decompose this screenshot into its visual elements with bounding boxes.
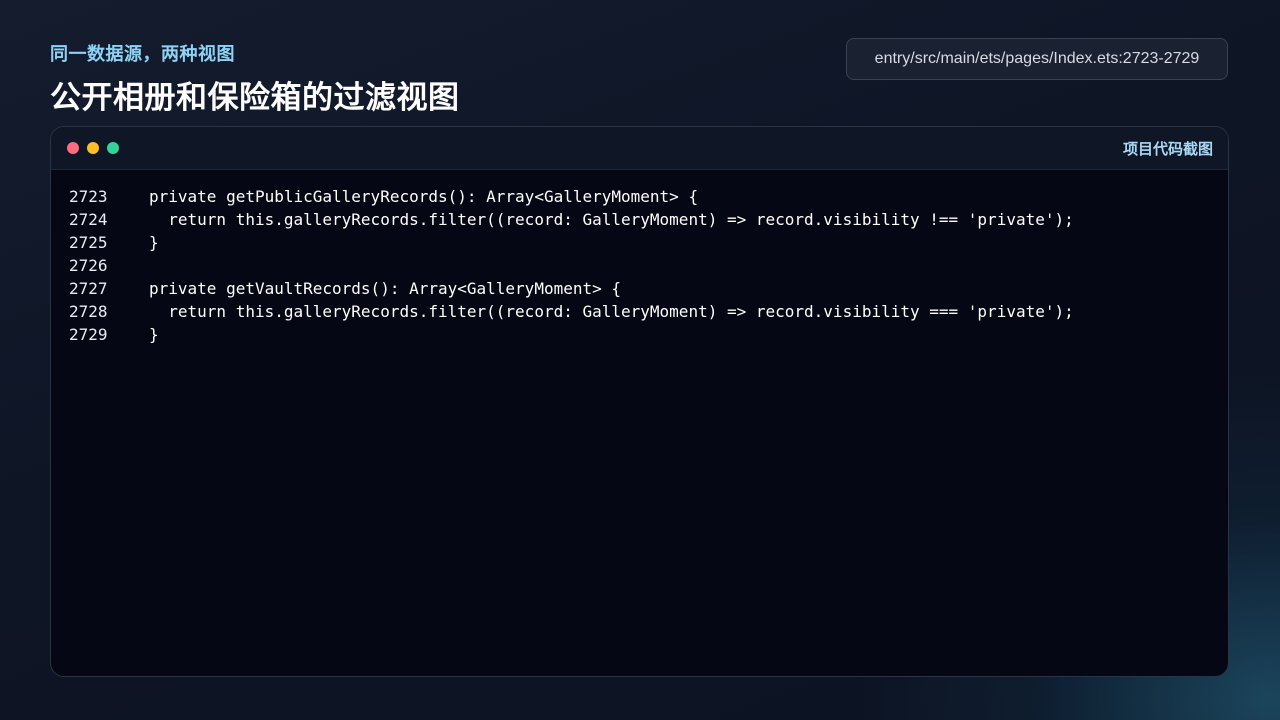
window-label: 项目代码截图 <box>1122 140 1213 158</box>
line-code: } <box>149 325 159 344</box>
line-number: 2728 <box>69 302 108 321</box>
line-number: 2729 <box>69 325 108 344</box>
line-number: 2723 <box>69 187 108 206</box>
line-code: return this.galleryRecords.filter((recor… <box>149 302 1074 321</box>
code-line: 2726 <box>51 254 1228 277</box>
file-path-badge: entry/src/main/ets/pages/Index.ets:2723-… <box>846 38 1228 80</box>
maximize-dot-icon <box>107 142 119 154</box>
code-line: 2724 return this.galleryRecords.filter((… <box>51 208 1228 231</box>
code-window: 项目代码截图 2723 private getPublicGalleryReco… <box>50 126 1229 677</box>
minimize-dot-icon <box>87 142 99 154</box>
line-code: private getPublicGalleryRecords(): Array… <box>149 187 699 206</box>
page-title: 公开相册和保险箱的过滤视图 <box>50 80 460 116</box>
window-titlebar: 项目代码截图 <box>51 127 1228 170</box>
line-code: } <box>149 233 159 252</box>
line-number: 2725 <box>69 233 108 252</box>
line-number: 2727 <box>69 279 108 298</box>
code-line: 2727 private getVaultRecords(): Array<Ga… <box>51 277 1228 300</box>
line-number: 2726 <box>69 256 108 275</box>
line-number: 2724 <box>69 210 108 229</box>
close-dot-icon <box>67 142 79 154</box>
code-body: 2723 private getPublicGalleryRecords(): … <box>51 170 1228 346</box>
line-code: return this.galleryRecords.filter((recor… <box>149 210 1074 229</box>
code-line: 2728 return this.galleryRecords.filter((… <box>51 300 1228 323</box>
line-code: private getVaultRecords(): Array<Gallery… <box>149 279 622 298</box>
code-line: 2725 } <box>51 231 1228 254</box>
section-subtitle: 同一数据源，两种视图 <box>50 44 235 65</box>
code-line: 2723 private getPublicGalleryRecords(): … <box>51 185 1228 208</box>
code-line: 2729 } <box>51 323 1228 346</box>
